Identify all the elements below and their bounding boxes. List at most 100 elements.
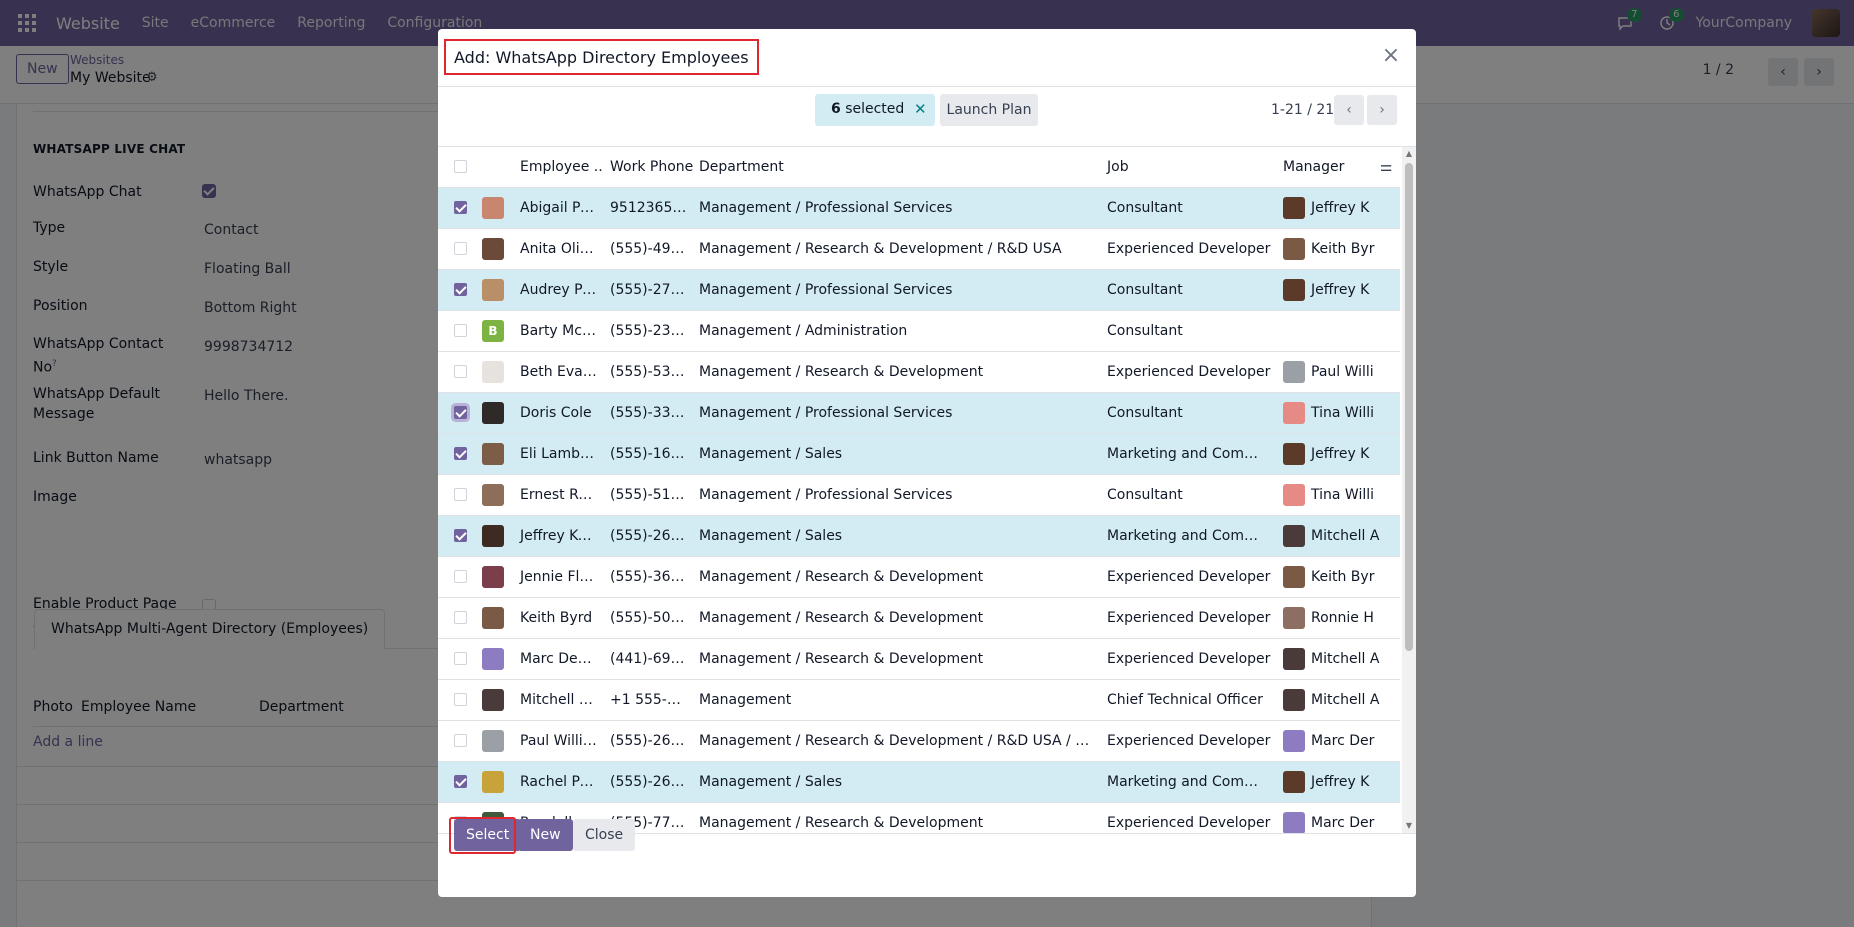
manager[interactable]: Marc Der bbox=[1277, 802, 1400, 833]
work-phone[interactable]: (555)-532-... bbox=[604, 351, 693, 393]
manager[interactable]: Ronnie H bbox=[1277, 597, 1400, 639]
job[interactable]: Marketing and Communi... bbox=[1101, 433, 1277, 475]
table-row[interactable]: B Barty McBly (555)-234-... Management / Ad… bbox=[438, 310, 1400, 352]
row-select-cell[interactable] bbox=[438, 228, 476, 270]
header-job[interactable]: Job bbox=[1101, 147, 1277, 188]
employee-name[interactable]: Doris Cole bbox=[514, 392, 604, 434]
list-pager-next-button[interactable]: › bbox=[1367, 95, 1397, 125]
employee-name[interactable]: Barty McBly bbox=[514, 310, 604, 352]
row-select-cell[interactable] bbox=[438, 433, 476, 475]
row-checkbox[interactable] bbox=[454, 693, 467, 706]
row-select-cell[interactable] bbox=[438, 392, 476, 434]
table-row[interactable]: Ernest Reed (555)-518-... Management / Pro… bbox=[438, 474, 1400, 516]
sliders-icon[interactable]: ⚌ bbox=[1378, 159, 1394, 175]
work-phone[interactable]: (555)-264-... bbox=[604, 515, 693, 557]
select-all-cell[interactable] bbox=[438, 147, 476, 188]
employee-name[interactable]: Mitchell Ad... bbox=[514, 679, 604, 721]
department[interactable]: Management / Sales bbox=[693, 515, 1101, 557]
job[interactable]: Marketing and Communi... bbox=[1101, 515, 1277, 557]
row-checkbox[interactable] bbox=[454, 242, 467, 255]
row-checkbox[interactable] bbox=[454, 734, 467, 747]
department[interactable]: Management bbox=[693, 679, 1101, 721]
row-checkbox[interactable] bbox=[454, 570, 467, 583]
table-row[interactable]: Abigail Pet... 9512365478 Management / Pro… bbox=[438, 187, 1400, 229]
row-select-cell[interactable] bbox=[438, 515, 476, 557]
launch-plan-button[interactable]: Launch Plan bbox=[940, 94, 1038, 126]
manager[interactable]: Jeffrey K bbox=[1277, 269, 1400, 311]
manager[interactable] bbox=[1277, 310, 1400, 352]
employee-name[interactable]: Beth Evans bbox=[514, 351, 604, 393]
row-checkbox[interactable] bbox=[454, 406, 467, 419]
manager[interactable]: Marc Der bbox=[1277, 720, 1400, 762]
close-icon[interactable]: × bbox=[1380, 45, 1402, 67]
job[interactable]: Experienced Developer bbox=[1101, 351, 1277, 393]
work-phone[interactable]: (555)-518-... bbox=[604, 474, 693, 516]
row-checkbox[interactable] bbox=[454, 365, 467, 378]
row-checkbox[interactable] bbox=[454, 201, 467, 214]
row-checkbox[interactable] bbox=[454, 529, 467, 542]
header-work-phone[interactable]: Work Phone bbox=[604, 147, 693, 188]
manager[interactable]: Mitchell A bbox=[1277, 679, 1400, 721]
row-checkbox[interactable] bbox=[454, 324, 467, 337]
department[interactable]: Management / Professional Services bbox=[693, 269, 1101, 311]
employee-name[interactable]: Anita Oliver bbox=[514, 228, 604, 270]
work-phone[interactable]: +1 555-555... bbox=[604, 679, 693, 721]
work-phone[interactable]: 9512365478 bbox=[604, 187, 693, 229]
work-phone[interactable]: (555)-169-... bbox=[604, 433, 693, 475]
table-row[interactable]: Jennie Flet... (555)-363-... Management / … bbox=[438, 556, 1400, 598]
department[interactable]: Management / Research & Development / R&… bbox=[693, 720, 1101, 762]
manager[interactable]: Keith Byr bbox=[1277, 228, 1400, 270]
scroll-up-arrow-icon[interactable]: ▲ bbox=[1405, 150, 1413, 158]
employee-name[interactable]: Eli Lambert bbox=[514, 433, 604, 475]
table-row[interactable]: Marc Demo (441)-695-... Management / Resea… bbox=[438, 638, 1400, 680]
list-pager[interactable]: 1-21 / 21 bbox=[1271, 102, 1334, 118]
row-checkbox[interactable] bbox=[454, 488, 467, 501]
job[interactable]: Chief Technical Officer bbox=[1101, 679, 1277, 721]
manager[interactable]: Mitchell A bbox=[1277, 515, 1400, 557]
new-button[interactable]: New bbox=[518, 819, 573, 851]
department[interactable]: Management / Research & Development bbox=[693, 802, 1101, 833]
work-phone[interactable]: (555)-234-... bbox=[604, 310, 693, 352]
department[interactable]: Management / Research & Development bbox=[693, 351, 1101, 393]
manager[interactable]: Jeffrey K bbox=[1277, 761, 1400, 803]
row-select-cell[interactable] bbox=[438, 351, 476, 393]
manager[interactable]: Tina Willi bbox=[1277, 474, 1400, 516]
manager[interactable]: Jeffrey K bbox=[1277, 187, 1400, 229]
work-phone[interactable]: (555)-276-... bbox=[604, 269, 693, 311]
employee-name[interactable]: Audrey Pet... bbox=[514, 269, 604, 311]
scroll-down-arrow-icon[interactable]: ▼ bbox=[1405, 822, 1413, 830]
manager[interactable]: Paul Willi bbox=[1277, 351, 1400, 393]
row-checkbox[interactable] bbox=[454, 652, 467, 665]
row-select-cell[interactable] bbox=[438, 720, 476, 762]
row-select-cell[interactable] bbox=[438, 187, 476, 229]
employee-name[interactable]: Jennie Flet... bbox=[514, 556, 604, 598]
department[interactable]: Management / Research & Development bbox=[693, 638, 1101, 680]
row-select-cell[interactable] bbox=[438, 310, 476, 352]
job[interactable]: Experienced Developer bbox=[1101, 556, 1277, 598]
work-phone[interactable]: (555)-331-... bbox=[604, 392, 693, 434]
employee-name[interactable]: Marc Demo bbox=[514, 638, 604, 680]
department[interactable]: Management / Research & Development bbox=[693, 556, 1101, 598]
list-pager-prev-button[interactable]: ‹ bbox=[1334, 95, 1364, 125]
job[interactable]: Marketing and Communi... bbox=[1101, 761, 1277, 803]
manager[interactable]: Tina Willi bbox=[1277, 392, 1400, 434]
employee-name[interactable]: Keith Byrd bbox=[514, 597, 604, 639]
row-checkbox[interactable] bbox=[454, 775, 467, 788]
optional-columns-cell[interactable]: ⚌ bbox=[1372, 147, 1400, 188]
employee-name[interactable]: Ernest Reed bbox=[514, 474, 604, 516]
job[interactable]: Consultant bbox=[1101, 187, 1277, 229]
table-row[interactable]: Beth Evans (555)-532-... Management / Rese… bbox=[438, 351, 1400, 393]
job[interactable]: Experienced Developer bbox=[1101, 228, 1277, 270]
header-employee-name[interactable]: Employee ... bbox=[514, 147, 604, 188]
row-select-cell[interactable] bbox=[438, 597, 476, 639]
list-scrollbar-thumb[interactable] bbox=[1405, 163, 1413, 651]
row-select-cell[interactable] bbox=[438, 679, 476, 721]
clear-selection-icon[interactable]: ✕ bbox=[914, 100, 927, 118]
employee-name[interactable]: Jeffrey Kelly bbox=[514, 515, 604, 557]
work-phone[interactable]: (555)-363-... bbox=[604, 556, 693, 598]
table-row[interactable]: Keith Byrd (555)-505-... Management / Rese… bbox=[438, 597, 1400, 639]
row-checkbox[interactable] bbox=[454, 283, 467, 296]
department[interactable]: Management / Research & Development bbox=[693, 597, 1101, 639]
manager[interactable]: Keith Byr bbox=[1277, 556, 1400, 598]
select-all-checkbox[interactable] bbox=[454, 160, 467, 174]
